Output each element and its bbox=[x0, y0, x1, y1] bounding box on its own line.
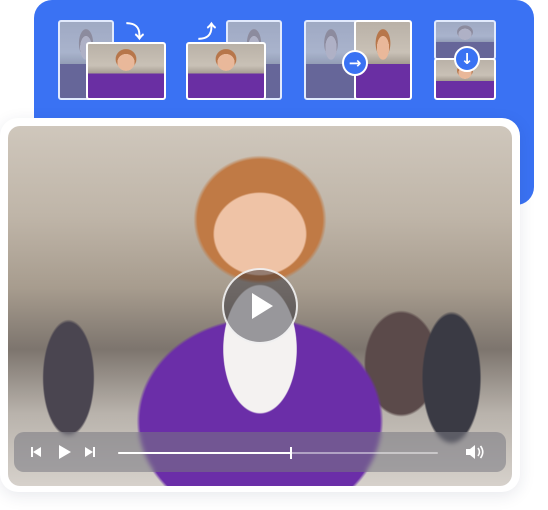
video-transition-showcase: ⤵ ⤴ → ↓ bbox=[0, 0, 548, 510]
next-clip-thumbnail bbox=[86, 42, 166, 100]
transition-tile-push-right[interactable]: → bbox=[304, 20, 414, 102]
play-icon bbox=[59, 445, 71, 459]
skip-forward-icon bbox=[85, 447, 95, 457]
volume-button[interactable] bbox=[464, 442, 486, 462]
curved-arrow-left-icon: ⤴ bbox=[198, 22, 216, 43]
player-controls bbox=[14, 432, 506, 472]
previous-button[interactable] bbox=[26, 442, 46, 462]
skip-back-icon bbox=[31, 447, 41, 457]
transition-tile-slide-left[interactable]: ⤴ bbox=[186, 20, 296, 102]
play-icon bbox=[252, 293, 273, 319]
progress-handle[interactable] bbox=[289, 447, 292, 459]
transition-tile-push-down[interactable]: ↓ bbox=[434, 20, 544, 102]
progress-bar[interactable] bbox=[118, 447, 438, 459]
volume-icon bbox=[466, 445, 484, 459]
transition-tile-slide-right[interactable]: ⤵ bbox=[58, 20, 168, 102]
next-button[interactable] bbox=[80, 442, 100, 462]
play-button[interactable] bbox=[54, 442, 74, 462]
curved-arrow-right-icon: ⤵ bbox=[126, 22, 144, 43]
play-overlay-button[interactable] bbox=[222, 268, 298, 344]
next-clip-thumbnail bbox=[186, 42, 266, 100]
progress-fill bbox=[118, 452, 291, 454]
arrow-right-badge-icon: → bbox=[342, 50, 368, 76]
arrow-down-badge-icon: ↓ bbox=[454, 46, 480, 72]
